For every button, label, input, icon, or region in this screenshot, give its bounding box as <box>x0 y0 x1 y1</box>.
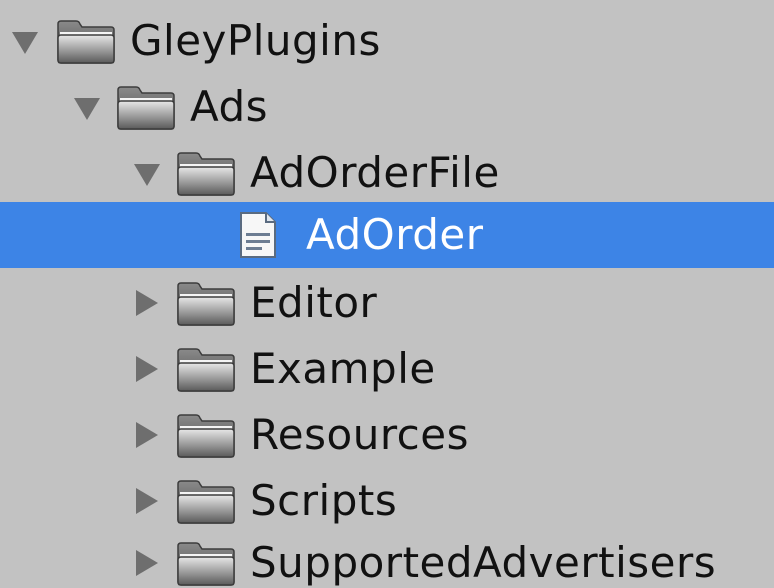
tree-item-label: GleyPlugins <box>130 16 381 65</box>
tree-item-label: SupportedAdvertisers <box>250 538 717 587</box>
tree-item-adorder[interactable]: AdOrder <box>0 202 774 268</box>
folder-icon <box>176 280 236 326</box>
collapse-arrow-icon[interactable] <box>136 488 158 514</box>
tree-item-adorderfile[interactable]: AdOrderFile <box>0 140 774 206</box>
expand-arrow-icon[interactable] <box>12 32 38 54</box>
folder-icon <box>176 412 236 458</box>
folder-icon <box>176 478 236 524</box>
collapse-arrow-icon[interactable] <box>136 356 158 382</box>
folder-icon <box>176 540 236 586</box>
expand-arrow-icon[interactable] <box>134 164 160 186</box>
tree-item-supportedadvertisers[interactable]: SupportedAdvertisers <box>0 530 774 588</box>
tree-item-label: AdOrder <box>306 210 484 259</box>
project-tree: GleyPlugins Ads AdOrderFile AdOrder Edit… <box>0 0 774 588</box>
tree-item-label: Example <box>250 344 436 393</box>
tree-item-label: AdOrderFile <box>250 148 500 197</box>
folder-icon <box>176 150 236 196</box>
folder-icon <box>56 18 116 64</box>
collapse-arrow-icon[interactable] <box>136 290 158 316</box>
folder-icon <box>116 84 176 130</box>
tree-item-editor[interactable]: Editor <box>0 270 774 336</box>
tree-item-gleyplugins[interactable]: GleyPlugins <box>0 8 774 74</box>
collapse-arrow-icon[interactable] <box>136 422 158 448</box>
text-file-icon <box>238 211 278 259</box>
tree-item-label: Ads <box>190 82 269 131</box>
folder-icon <box>176 346 236 392</box>
tree-item-scripts[interactable]: Scripts <box>0 468 774 534</box>
expand-arrow-icon[interactable] <box>74 98 100 120</box>
collapse-arrow-icon[interactable] <box>136 550 158 576</box>
tree-item-example[interactable]: Example <box>0 336 774 402</box>
tree-item-label: Editor <box>250 278 378 327</box>
tree-item-label: Scripts <box>250 476 398 525</box>
tree-item-ads[interactable]: Ads <box>0 74 774 140</box>
tree-item-label: Resources <box>250 410 469 459</box>
tree-item-resources[interactable]: Resources <box>0 402 774 468</box>
